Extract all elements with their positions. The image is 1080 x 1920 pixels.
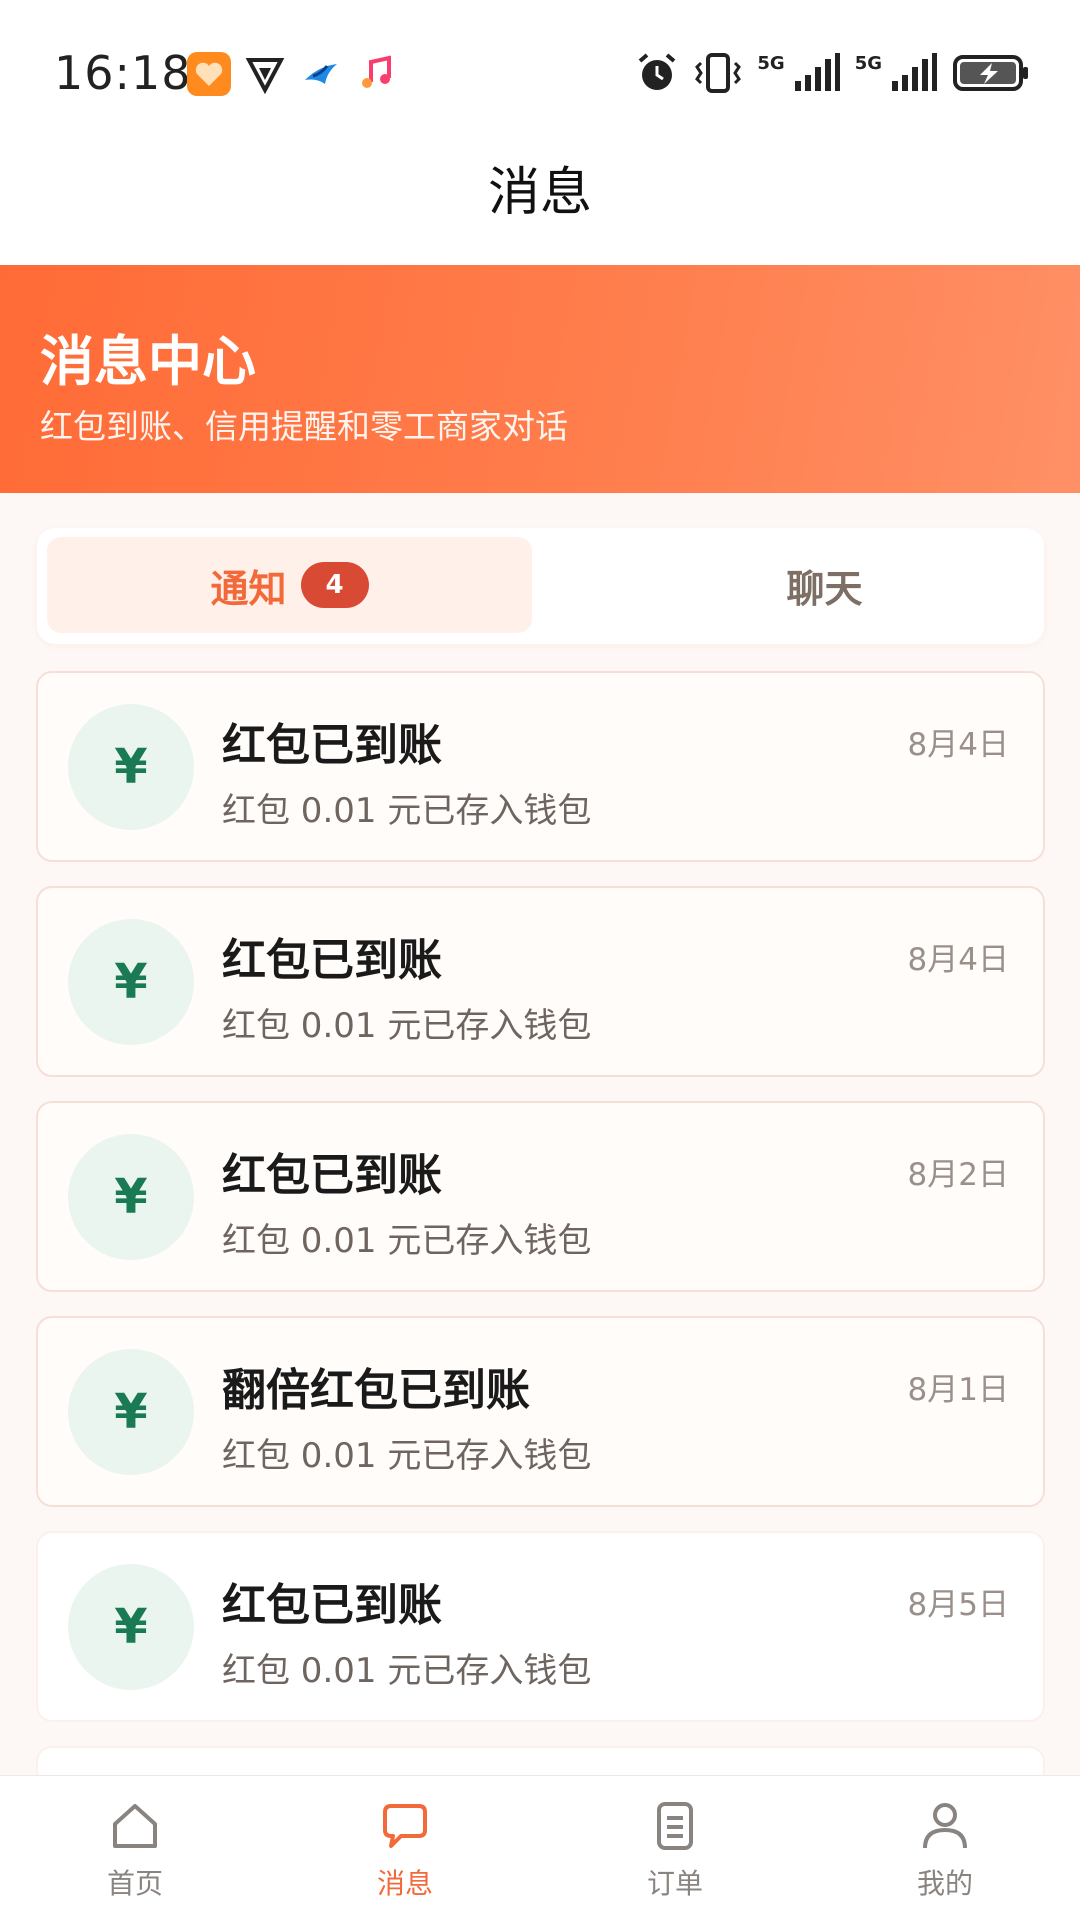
message-item[interactable]: ¥ 红包已到账 红包 0.01 元已存入钱包 8月4日 [36, 886, 1045, 1077]
yen-coin-icon: ¥ [68, 919, 194, 1045]
message-title: 翻倍红包已到账 [222, 1365, 530, 1416]
app-root: 16:18 5G 5G 消息 消息中心 红包到账、信用提醒和零工商家对话 通知 … [0, 0, 1080, 1920]
profile-icon [923, 1803, 967, 1849]
message-date: 8月4日 [907, 727, 1009, 763]
nav-home-label: 首页 [106, 1867, 163, 1900]
tab-chat[interactable]: 聊天 [582, 537, 1067, 633]
bird-app-icon [305, 64, 337, 84]
yen-coin-icon: ¥ [68, 1134, 194, 1260]
vpn-app-icon [245, 58, 285, 95]
signal-icon [892, 53, 937, 91]
yen-coin-icon: ¥ [68, 704, 194, 830]
unread-count-badge: 4 [300, 562, 369, 608]
message-item[interactable]: ¥ 红包已到账 红包 0.01 元已存入钱包 8月5日 [36, 1531, 1045, 1722]
message-tabs: 通知 4 聊天 [37, 528, 1044, 644]
message-date: 8月4日 [907, 942, 1009, 978]
message-body: 红包 0.01 元已存入钱包 [222, 1221, 592, 1261]
nav-messages[interactable]: 消息 [335, 1798, 475, 1908]
message-item[interactable]: ¥ 红包已到账 红包 0.01 元已存入钱包 8月4日 [36, 671, 1045, 862]
message-list: ¥ 红包已到账 红包 0.01 元已存入钱包 8月4日 ¥ 红包已到账 红包 0… [36, 671, 1045, 1810]
yen-coin-icon: ¥ [68, 1349, 194, 1475]
message-body: 红包 0.01 元已存入钱包 [222, 1006, 592, 1046]
message-body: 红包 0.01 元已存入钱包 [222, 1436, 592, 1476]
chat-bubble-icon [383, 1804, 427, 1848]
signal-1-label: 5G [757, 52, 785, 74]
tab-chat-label: 聊天 [786, 566, 863, 611]
hero-banner: 消息中心 红包到账、信用提醒和零工商家对话 [0, 265, 1080, 493]
nav-profile-label: 我的 [916, 1867, 973, 1900]
message-item[interactable]: ¥ 红包已到账 红包 0.01 元已存入钱包 8月2日 [36, 1101, 1045, 1292]
yen-coin-icon: ¥ [68, 1564, 194, 1690]
status-time: 16:18 [54, 46, 192, 100]
title-bar: 消息 [0, 145, 1080, 265]
message-title: 红包已到账 [222, 720, 442, 771]
nav-orders-label: 订单 [646, 1867, 703, 1900]
signal-icon [794, 53, 840, 91]
message-date: 8月2日 [907, 1157, 1009, 1193]
message-date: 8月5日 [907, 1587, 1009, 1623]
message-body: 红包 0.01 元已存入钱包 [222, 1651, 592, 1691]
hero-title: 消息中心 [40, 330, 256, 393]
message-body: 红包 0.01 元已存入钱包 [222, 791, 592, 831]
status-indicators: 5G 5G [635, 48, 1030, 98]
message-title: 红包已到账 [222, 935, 442, 986]
tab-notifications[interactable]: 通知 4 [47, 537, 532, 633]
order-list-icon [657, 1802, 693, 1850]
music-app-icon [362, 55, 391, 88]
home-icon [113, 1804, 157, 1848]
hero-subtitle: 红包到账、信用提醒和零工商家对话 [40, 407, 568, 446]
alarm-icon [639, 53, 676, 90]
message-title: 红包已到账 [222, 1150, 442, 1201]
status-bar: 16:18 5G 5G [0, 0, 1080, 145]
health-app-icon [187, 52, 231, 96]
nav-messages-label: 消息 [376, 1867, 433, 1900]
vibrate-icon [695, 53, 742, 93]
message-item[interactable]: ¥ 翻倍红包已到账 红包 0.01 元已存入钱包 8月1日 [36, 1316, 1045, 1507]
nav-profile[interactable]: 我的 [875, 1798, 1015, 1908]
tab-notifications-label: 通知 [210, 566, 287, 611]
message-title: 红包已到账 [222, 1580, 442, 1631]
page-title: 消息 [487, 163, 592, 223]
signal-2-label: 5G [854, 52, 882, 74]
nav-orders[interactable]: 订单 [605, 1798, 745, 1908]
bottom-nav: 首页 消息 订单 我的 [0, 1775, 1080, 1920]
nav-home[interactable]: 首页 [65, 1798, 205, 1908]
message-date: 8月1日 [907, 1372, 1009, 1408]
battery-charging-icon [953, 55, 1028, 91]
